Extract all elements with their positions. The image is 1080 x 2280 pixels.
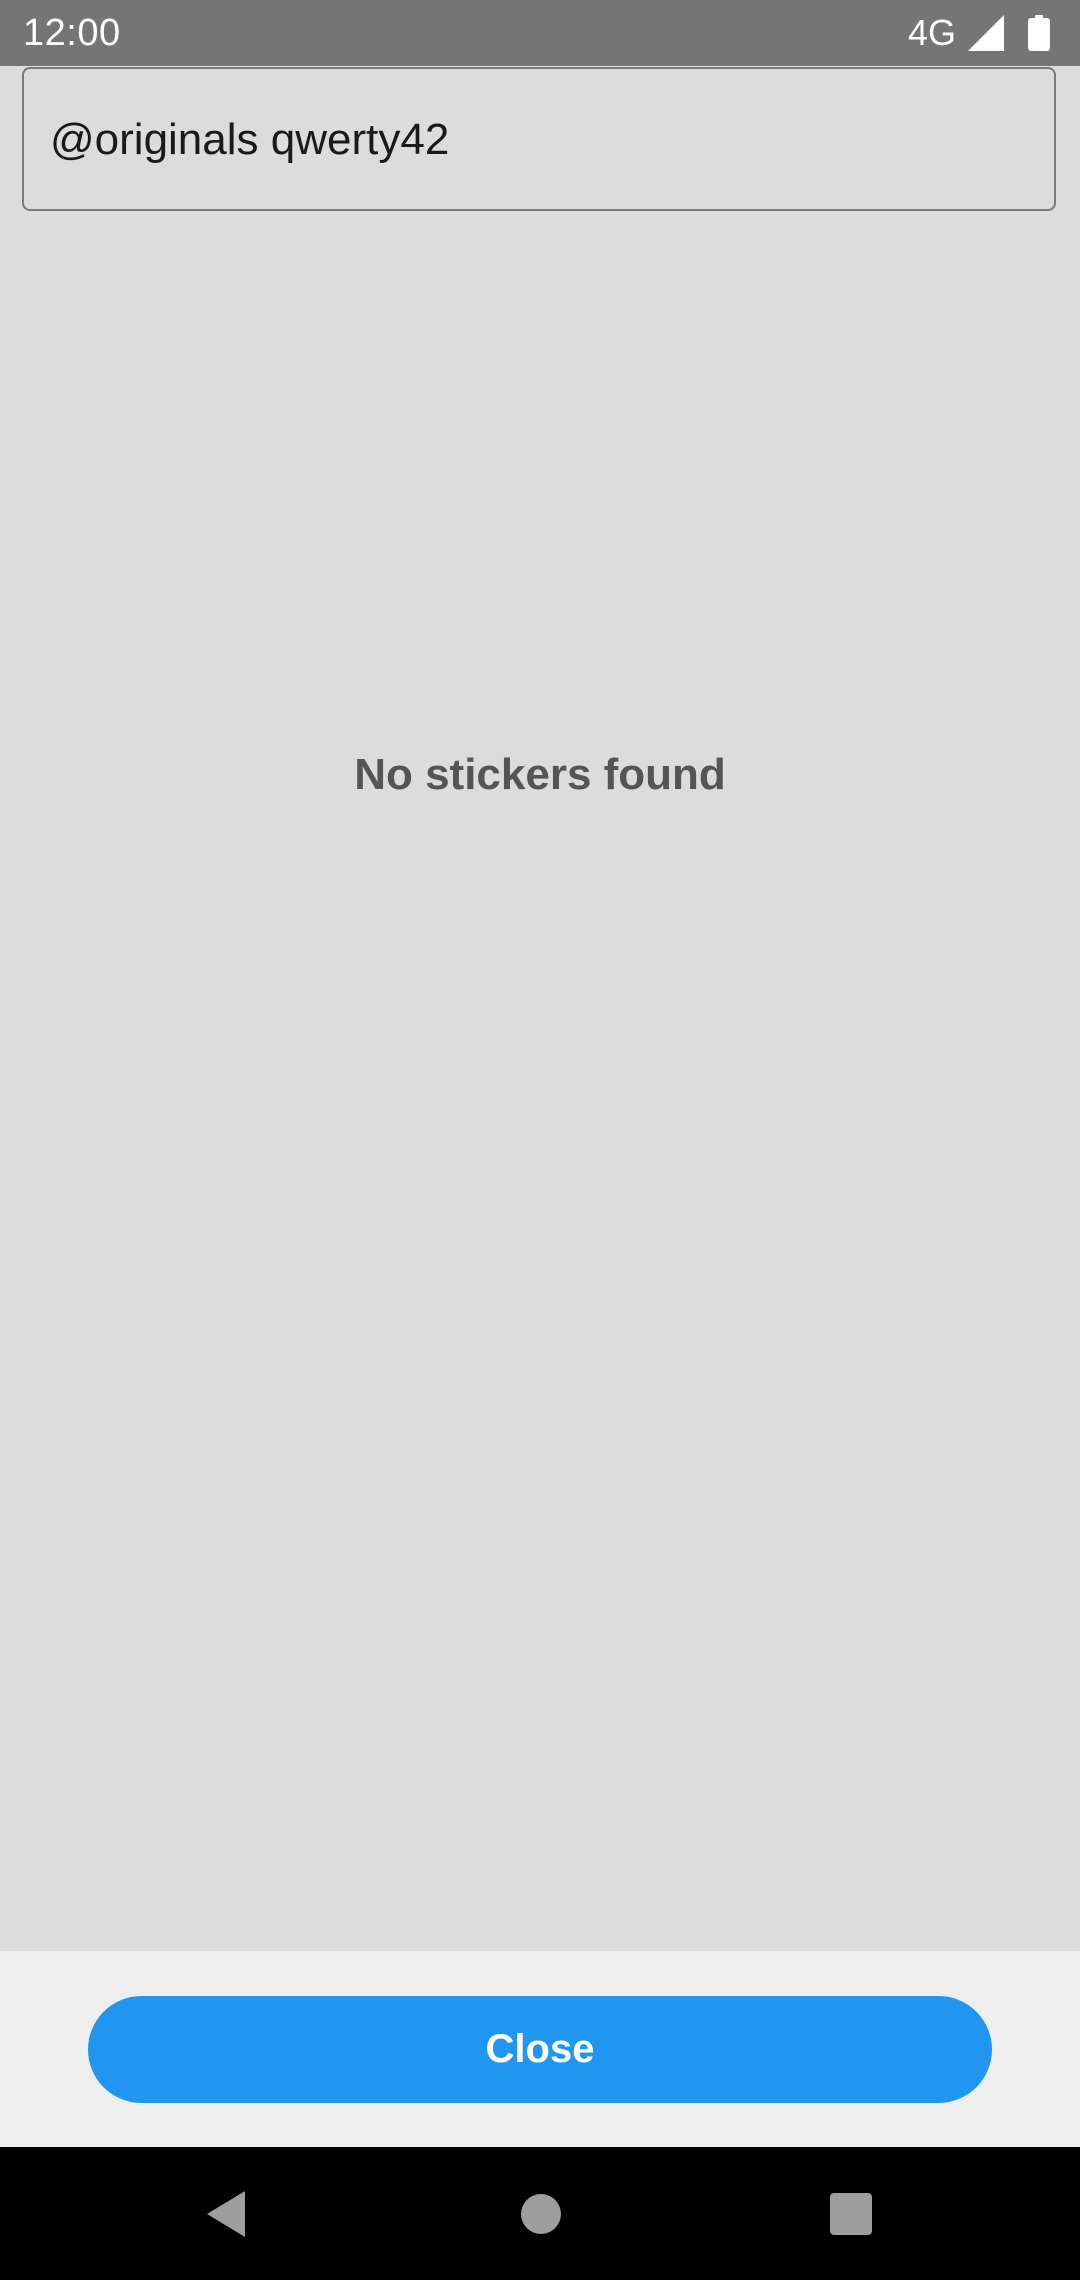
battery-icon xyxy=(1028,15,1050,51)
home-button[interactable] xyxy=(474,2147,607,2280)
status-time: 12:00 xyxy=(23,12,121,54)
home-icon xyxy=(520,2193,561,2234)
signal-icon xyxy=(968,15,1004,51)
search-input[interactable]: @originals qwerty42 xyxy=(22,67,1056,211)
close-button[interactable]: Close xyxy=(88,1996,992,2103)
recents-icon xyxy=(829,2192,872,2235)
status-bar: 12:00 4G xyxy=(0,0,1080,66)
sticker-results-area: No stickers found xyxy=(0,211,1080,1951)
recents-button[interactable] xyxy=(784,2147,917,2280)
network-type: 4G xyxy=(907,12,956,53)
status-indicators: 4G xyxy=(908,12,1050,54)
empty-state-message: No stickers found xyxy=(354,750,726,799)
navigation-bar xyxy=(0,2147,1080,2280)
bottom-panel: Close xyxy=(0,1951,1080,2147)
back-button[interactable] xyxy=(160,2147,293,2280)
back-icon xyxy=(206,2190,245,2237)
search-input-value: @originals qwerty42 xyxy=(50,115,450,164)
